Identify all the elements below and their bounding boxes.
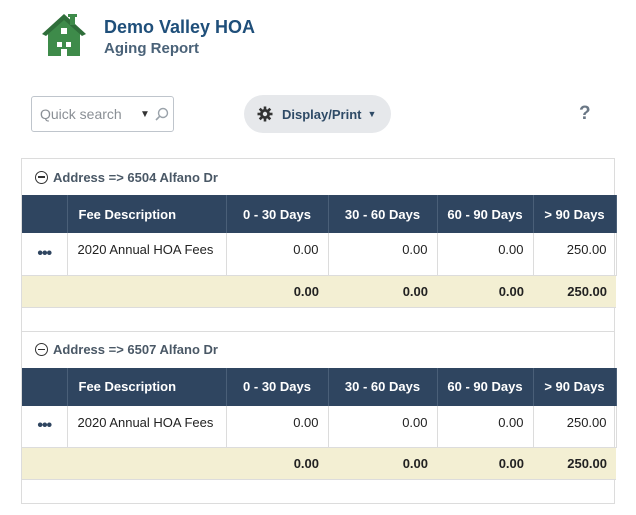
column-header[interactable]: 30 - 60 Days (328, 367, 438, 406)
help-icon[interactable]: ? (579, 103, 591, 125)
column-header[interactable]: 60 - 90 Days (437, 195, 534, 233)
aging-report: Address => 6504 Alfano Dr Fee Descriptio… (21, 158, 617, 504)
fee-description: 2020 Annual HOA Fees (67, 405, 227, 448)
amount-30-60: 0.00 (328, 405, 438, 448)
column-header[interactable]: 60 - 90 Days (437, 367, 534, 406)
totals-cell (22, 447, 67, 480)
table-row: ••• 2020 Annual HOA Fees 0.00 0.00 0.00 … (22, 233, 617, 276)
total-60-90: 0.00 (437, 447, 533, 480)
amount-60-90: 0.00 (437, 405, 534, 448)
amount-30-60: 0.00 (328, 233, 438, 276)
amount-90-plus: 250.00 (533, 233, 617, 276)
chevron-down-icon: ▼ (367, 109, 377, 119)
app-title: Demo Valley HOA (104, 17, 256, 37)
amount-60-90: 0.00 (437, 233, 534, 276)
group-spacer (22, 308, 614, 332)
total-0-30: 0.00 (226, 447, 328, 480)
app-header: Demo Valley HOA Aging Report (40, 12, 255, 62)
table-header-row: Fee Description 0 - 30 Days 30 - 60 Days… (22, 367, 617, 406)
column-header[interactable]: Fee Description (67, 367, 227, 406)
total-90-plus: 250.00 (533, 447, 616, 480)
totals-cell (67, 275, 226, 308)
totals-row: 0.00 0.00 0.00 250.00 (22, 275, 616, 308)
column-header[interactable]: > 90 Days (533, 367, 617, 406)
group-header[interactable]: Address => 6504 Alfano Dr (22, 159, 614, 195)
total-90-plus: 250.00 (533, 275, 616, 308)
column-header[interactable]: 0 - 30 Days (226, 195, 329, 233)
group-label: Address => 6504 Alfano Dr (53, 169, 218, 185)
group-header[interactable]: Address => 6507 Alfano Dr (22, 332, 614, 368)
column-header[interactable]: 0 - 30 Days (226, 367, 329, 406)
house-logo-icon (42, 14, 86, 56)
total-30-60: 0.00 (328, 447, 437, 480)
totals-row: 0.00 0.00 0.00 250.00 (22, 447, 616, 480)
search-input[interactable] (40, 106, 138, 122)
group-spacer (22, 480, 614, 504)
amount-0-30: 0.00 (226, 405, 329, 448)
column-header[interactable]: 30 - 60 Days (328, 195, 438, 233)
collapse-icon[interactable] (35, 170, 48, 184)
display-print-label: Display/Print (282, 106, 362, 122)
quick-search[interactable]: ▼ (31, 96, 174, 132)
column-header-menu (22, 195, 68, 233)
table-header-row: Fee Description 0 - 30 Days 30 - 60 Days… (22, 195, 617, 233)
collapse-icon[interactable] (35, 343, 48, 356)
column-header-menu (22, 367, 68, 406)
total-60-90: 0.00 (437, 275, 533, 308)
amount-0-30: 0.00 (226, 233, 329, 276)
column-header[interactable]: Fee Description (67, 195, 227, 233)
table-row: ••• 2020 Annual HOA Fees 0.00 0.00 0.00 … (22, 405, 617, 448)
totals-cell (67, 447, 226, 480)
report-title: Aging Report (104, 40, 199, 57)
group-label: Address => 6507 Alfano Dr (53, 342, 218, 357)
totals-cell (22, 275, 67, 308)
aging-table: Fee Description 0 - 30 Days 30 - 60 Days… (22, 195, 617, 308)
total-30-60: 0.00 (328, 275, 437, 308)
row-menu-button[interactable]: ••• (22, 405, 68, 448)
fee-description: 2020 Annual HOA Fees (67, 233, 227, 276)
row-menu-button[interactable]: ••• (22, 233, 68, 276)
display-print-button[interactable]: Display/Print ▼ (244, 95, 391, 133)
column-header[interactable]: > 90 Days (533, 195, 617, 233)
amount-90-plus: 250.00 (533, 405, 617, 448)
total-0-30: 0.00 (226, 275, 328, 308)
dropdown-caret-icon[interactable]: ▼ (140, 109, 150, 120)
search-icon[interactable] (155, 107, 169, 121)
gear-icon (257, 106, 273, 122)
aging-table: Fee Description 0 - 30 Days 30 - 60 Days… (22, 367, 617, 480)
